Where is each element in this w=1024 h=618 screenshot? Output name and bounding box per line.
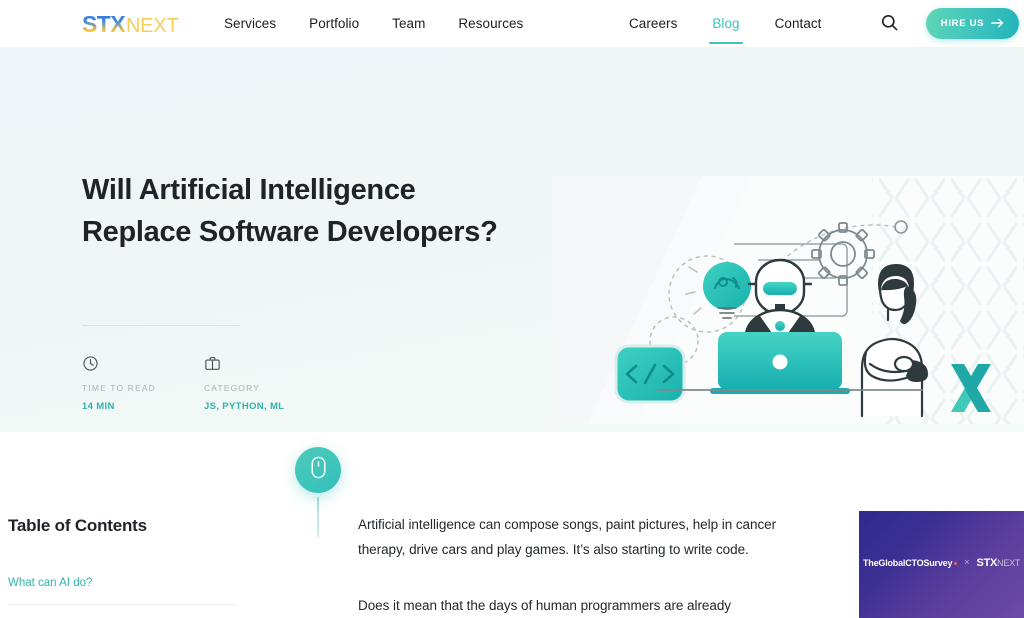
clock-icon bbox=[82, 355, 204, 373]
toc-divider bbox=[8, 604, 237, 605]
meta-time-value: 14 MIN bbox=[82, 401, 115, 412]
hire-us-label: HIRE US bbox=[940, 18, 985, 29]
logo-text-primary: STX bbox=[82, 11, 126, 37]
hero-illustration bbox=[552, 176, 1024, 424]
meta-category-label: CATEGORY bbox=[204, 383, 261, 393]
article-body: Artificial intelligence can compose song… bbox=[358, 512, 798, 618]
scroll-down-button[interactable] bbox=[295, 447, 341, 493]
promo-brand-label: TheGlobalCTOSurvey bbox=[863, 553, 958, 571]
article-paragraph-1: Artificial intelligence can compose song… bbox=[358, 517, 777, 557]
promo-brand-dot bbox=[954, 562, 958, 565]
promo-separator-icon: × bbox=[964, 557, 970, 567]
article-meta: TIME TO READ 14 MIN CATEGORY JS, PYTHON,… bbox=[82, 355, 326, 412]
page-title: Will Artificial Intelligence Replace Sof… bbox=[82, 174, 498, 248]
stx-next-logo[interactable]: STX NEXT bbox=[82, 11, 179, 38]
nav-item-contact[interactable]: Contact bbox=[775, 16, 822, 31]
table-of-contents: Table of Contents What can AI do? bbox=[8, 516, 240, 605]
mouse-scroll-icon bbox=[311, 456, 326, 484]
nav-item-careers[interactable]: Careers bbox=[629, 16, 677, 31]
nav-item-blog[interactable]: Blog bbox=[709, 16, 743, 44]
scroll-connector-line bbox=[317, 497, 319, 537]
nav-item-portfolio[interactable]: Portfolio bbox=[309, 16, 359, 31]
arrow-right-icon bbox=[991, 16, 1004, 31]
search-icon bbox=[880, 13, 899, 35]
search-button[interactable] bbox=[876, 11, 902, 37]
meta-time-to-read: TIME TO READ 14 MIN bbox=[82, 355, 204, 412]
nav-item-services[interactable]: Services bbox=[224, 16, 276, 31]
meta-time-label: TIME TO READ bbox=[82, 383, 156, 393]
hire-us-button[interactable]: HIRE US bbox=[926, 8, 1019, 39]
toc-item-what-can-ai-do[interactable]: What can AI do? bbox=[8, 577, 240, 589]
nav-item-resources[interactable]: Resources bbox=[458, 16, 523, 31]
nav-item-team[interactable]: Team bbox=[392, 16, 425, 31]
primary-navigation: Services Portfolio Team Resources bbox=[224, 0, 523, 47]
logo-text-secondary: NEXT bbox=[125, 15, 179, 37]
article-paragraph-2: Does it mean that the days of human prog… bbox=[358, 598, 731, 613]
site-header: STX NEXT Services Portfolio Team Resourc… bbox=[0, 0, 1024, 47]
toc-heading: Table of Contents bbox=[8, 516, 147, 535]
promo-banner-content: TheGlobalCTOSurvey × STXNEXT bbox=[863, 553, 1020, 571]
meta-category-value: JS, PYTHON, ML bbox=[204, 401, 285, 412]
hero-divider bbox=[82, 325, 240, 326]
meta-category: CATEGORY JS, PYTHON, ML bbox=[204, 355, 326, 412]
briefcase-icon bbox=[204, 355, 326, 373]
secondary-navigation: Careers Blog Contact bbox=[629, 0, 821, 47]
hero-section: Will Artificial Intelligence Replace Sof… bbox=[0, 47, 1024, 537]
promo-partner-logo: STXNEXT bbox=[976, 557, 1021, 569]
promo-banner[interactable]: TheGlobalCTOSurvey × STXNEXT bbox=[859, 511, 1024, 618]
